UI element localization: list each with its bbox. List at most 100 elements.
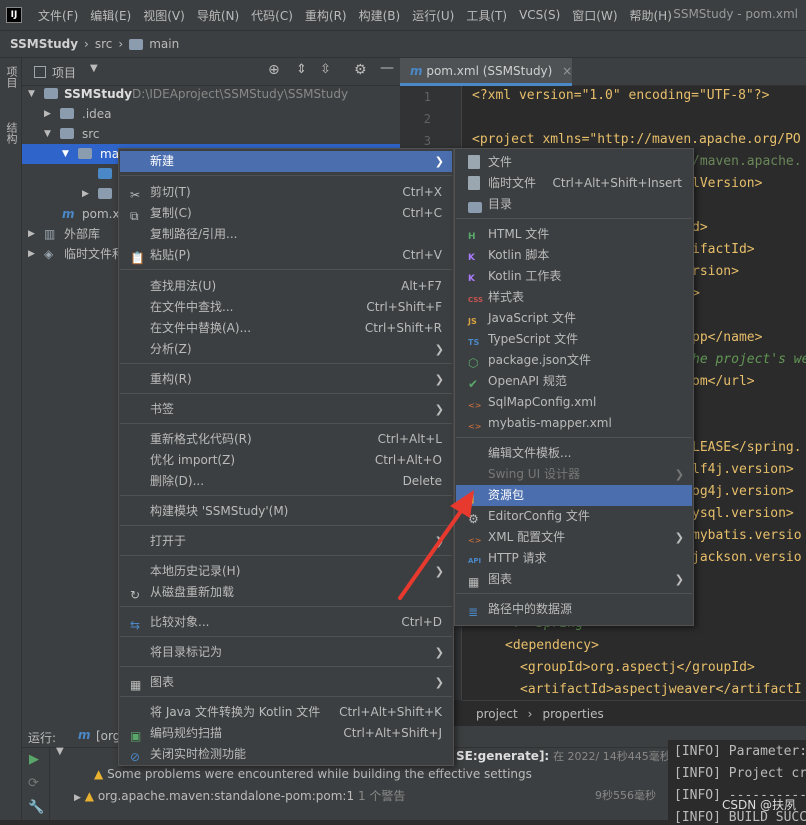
chevron-right-icon[interactable]: ▶ bbox=[74, 793, 81, 803]
tree-item-label: pom.x bbox=[82, 207, 120, 221]
submenu-item-mybatis-mapper[interactable]: <> mybatis-mapper.xml bbox=[456, 413, 692, 434]
menu-item-convert-kotlin[interactable]: 将 Java 文件转换为 Kotlin 文件 Ctrl+Alt+Shift+K bbox=[120, 702, 452, 723]
run-icon[interactable]: ▶ bbox=[29, 752, 39, 767]
paste-icon: 📋 bbox=[130, 251, 145, 265]
menu-item-analyze[interactable]: 分析(Z) ❯ bbox=[120, 339, 452, 360]
chevron-down-icon[interactable]: ▼ bbox=[28, 84, 35, 104]
submenu-item-openapi[interactable]: ✔ OpenAPI 规范 bbox=[456, 371, 692, 392]
run-tab[interactable]: [org bbox=[96, 729, 120, 743]
collapse-all-icon[interactable]: ⇳ bbox=[320, 62, 331, 77]
openapi-icon: ✔ bbox=[468, 377, 479, 391]
chevron-down-icon[interactable]: ▼ bbox=[62, 144, 69, 164]
submenu-item-editorconfig[interactable]: ⚙ EditorConfig 文件 bbox=[456, 506, 692, 527]
chevron-right-icon[interactable]: ▶ bbox=[82, 184, 89, 204]
chevron-right-icon[interactable]: ▶ bbox=[28, 244, 35, 264]
wrench-icon[interactable]: 🔧 bbox=[28, 800, 44, 815]
chevron-down-icon[interactable]: ▼ bbox=[56, 746, 64, 757]
breadcrumb-src[interactable]: src bbox=[95, 37, 113, 51]
locate-icon[interactable]: ⊕ bbox=[268, 62, 280, 78]
menu-separator bbox=[120, 696, 452, 697]
breadcrumb-project[interactable]: SSMStudy bbox=[10, 37, 78, 51]
expand-all-icon[interactable]: ⇕ bbox=[296, 62, 307, 77]
chevron-right-icon[interactable]: ▶ bbox=[44, 104, 51, 124]
menu-edit[interactable]: 编辑(E) bbox=[84, 7, 137, 24]
menu-item-new[interactable]: 新建 ❯ bbox=[120, 151, 452, 172]
tool-tab-project[interactable]: 项目 bbox=[3, 66, 19, 88]
submenu-item-http-request[interactable]: API HTTP 请求 bbox=[456, 548, 692, 569]
menu-run[interactable]: 运行(U) bbox=[406, 7, 460, 24]
tab-pom-xml[interactable]: m pom.xml (SSMStudy) × bbox=[400, 58, 572, 86]
menu-vcs[interactable]: VCS(S) bbox=[513, 8, 566, 22]
menu-item-reformat[interactable]: 重新格式化代码(R) Ctrl+Alt+L bbox=[120, 429, 452, 450]
submenu-item-kotlin-script[interactable]: K Kotlin 脚本 bbox=[456, 245, 692, 266]
menu-item-find-in-files[interactable]: 在文件中查找... Ctrl+Shift+F bbox=[120, 297, 452, 318]
run-warning-2[interactable]: ▶ ▲ org.apache.maven:standalone-pom:pom:… bbox=[74, 787, 664, 804]
menu-item-refactor[interactable]: 重构(R) ❯ bbox=[120, 369, 452, 390]
menu-window[interactable]: 窗口(W) bbox=[566, 7, 623, 24]
minimize-icon[interactable]: — bbox=[380, 60, 394, 76]
submenu-item-data-source[interactable]: ≣ 路径中的数据源 bbox=[456, 599, 692, 620]
submenu-item-sqlmapconfig[interactable]: <> SqlMapConfig.xml bbox=[456, 392, 692, 413]
menu-item-optimize-imports[interactable]: 优化 import(Z) Ctrl+Alt+O bbox=[120, 450, 452, 471]
menu-item-copy[interactable]: ⧉ 复制(C) Ctrl+C bbox=[120, 203, 452, 224]
chevron-down-icon[interactable]: ▼ bbox=[44, 124, 51, 144]
code-line: LEASE</spring. bbox=[692, 440, 802, 455]
chevron-right-icon[interactable]: ▶ bbox=[28, 224, 35, 244]
submenu-item-package-json[interactable]: ⬡ package.json文件 bbox=[456, 350, 692, 371]
submenu-item-javascript[interactable]: JS JavaScript 文件 bbox=[456, 308, 692, 329]
css-file-icon: CSS bbox=[468, 296, 484, 304]
submenu-item-directory[interactable]: 目录 bbox=[456, 194, 692, 215]
menu-item-code-scan[interactable]: ▣ 编码规约扫描 Ctrl+Alt+Shift+J bbox=[120, 723, 452, 744]
menu-refactor[interactable]: 重构(R) bbox=[299, 7, 353, 24]
rerun-icon[interactable]: ⟳ bbox=[28, 776, 39, 791]
menu-item-replace-in-files[interactable]: 在文件中替换(A)... Ctrl+Shift+R bbox=[120, 318, 452, 339]
tool-tab-structure[interactable]: 结构 bbox=[3, 122, 19, 144]
submenu-item-html[interactable]: H HTML 文件 bbox=[456, 224, 692, 245]
menu-tools[interactable]: 工具(T) bbox=[460, 7, 513, 24]
tree-item-root[interactable]: ▼ SSMStudy D:\IDEAproject\SSMStudy\SSMSt… bbox=[22, 84, 400, 104]
menu-build[interactable]: 构建(B) bbox=[353, 7, 407, 24]
tree-item-src[interactable]: ▼ src bbox=[22, 124, 400, 144]
menu-item-disable-realtime[interactable]: ⊘ 关闭实时检测功能 bbox=[120, 744, 452, 765]
gear-icon[interactable]: ⚙ bbox=[354, 62, 367, 78]
menu-help[interactable]: 帮助(H) bbox=[624, 7, 678, 24]
submenu-item-diagram[interactable]: ▦ 图表 ❯ bbox=[456, 569, 692, 590]
menu-item-mark-directory[interactable]: 将目录标记为 ❯ bbox=[120, 642, 452, 663]
menu-view[interactable]: 视图(V) bbox=[137, 7, 191, 24]
tree-item-idea[interactable]: ▶ .idea bbox=[22, 104, 400, 124]
run-warning-1[interactable]: ▲ Some problems were encountered while b… bbox=[94, 767, 532, 781]
code-line: jackson.versio bbox=[692, 550, 802, 565]
chevron-right-icon: ❯ bbox=[674, 468, 684, 481]
submenu-item-typescript[interactable]: TS TypeScript 文件 bbox=[456, 329, 692, 350]
menu-navigate[interactable]: 导航(N) bbox=[191, 7, 245, 24]
menu-item-find-usages[interactable]: 查找用法(U) Alt+F7 bbox=[120, 276, 452, 297]
menu-item-paste[interactable]: 📋 粘贴(P) Ctrl+V bbox=[120, 245, 452, 266]
editor-crumb[interactable]: project bbox=[476, 707, 518, 721]
code-line: lf4j.version> bbox=[692, 462, 794, 477]
menu-item-bookmarks[interactable]: 书签 ❯ bbox=[120, 399, 452, 420]
run-build-suffix: SE:generate]: bbox=[456, 749, 550, 763]
project-panel-title[interactable]: 项目 bbox=[52, 64, 76, 81]
folder-icon bbox=[60, 128, 74, 139]
menu-code[interactable]: 代码(C) bbox=[245, 7, 299, 24]
tree-item-label: ma bbox=[100, 147, 120, 161]
close-icon[interactable]: × bbox=[562, 64, 572, 78]
menu-item-diagrams[interactable]: ▦ 图表 ❯ bbox=[120, 672, 452, 693]
submenu-item-stylesheet[interactable]: CSS 样式表 bbox=[456, 287, 692, 308]
chevron-right-icon: ❯ bbox=[434, 676, 444, 689]
submenu-item-edit-templates[interactable]: 编辑文件模板... bbox=[456, 443, 692, 464]
reload-icon: ↻ bbox=[130, 588, 141, 602]
submenu-item-resource-bundle[interactable]: ▮资源包 bbox=[456, 485, 692, 506]
submenu-item-xml-config[interactable]: <> XML 配置文件 ❯ bbox=[456, 527, 692, 548]
menu-item-copy-path[interactable]: 复制路径/引用... bbox=[120, 224, 452, 245]
submenu-item-scratch[interactable]: 临时文件 Ctrl+Alt+Shift+Insert bbox=[456, 173, 692, 194]
code-line: pp</name> bbox=[692, 330, 763, 345]
chevron-down-icon[interactable]: ▼ bbox=[90, 63, 98, 74]
menu-item-cut[interactable]: ✂ 剪切(T) Ctrl+X bbox=[120, 182, 452, 203]
submenu-item-kotlin-worksheet[interactable]: K Kotlin 工作表 bbox=[456, 266, 692, 287]
editor-crumb[interactable]: properties bbox=[542, 707, 603, 721]
menu-item-compare-with[interactable]: ⇆ 比较对象... Ctrl+D bbox=[120, 612, 452, 633]
menu-file[interactable]: 文件(F) bbox=[32, 7, 84, 24]
breadcrumb-main[interactable]: main bbox=[149, 37, 179, 51]
submenu-item-file[interactable]: 文件 bbox=[456, 152, 692, 173]
